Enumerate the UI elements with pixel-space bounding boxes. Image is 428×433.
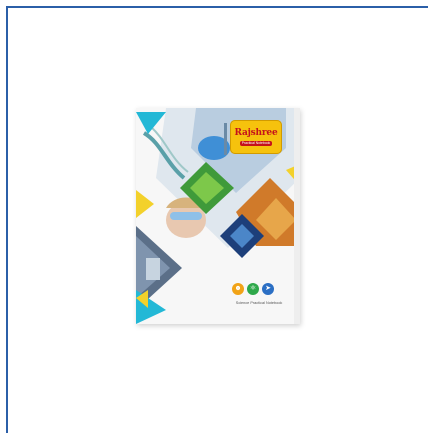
image-frame: Rajshree Practical Notebook ☻ ⚛ ➤ Scienc… [0,0,428,433]
cover-caption: Science Practical Notebook [235,301,283,305]
brand-name: Rajshree [234,128,278,138]
icon-row: ☻ ⚛ ➤ [232,283,274,295]
rocket-icon: ➤ [262,283,274,295]
frame-border-left [6,6,8,433]
brand-logo: Rajshree Practical Notebook [230,120,282,154]
notebook-cover: Rajshree Practical Notebook ☻ ⚛ ➤ Scienc… [136,108,300,324]
brand-subtitle: Practical Notebook [239,141,273,146]
atom-icon: ⚛ [247,283,259,295]
scientist-icon: ☻ [232,283,244,295]
frame-border-top [6,6,428,8]
